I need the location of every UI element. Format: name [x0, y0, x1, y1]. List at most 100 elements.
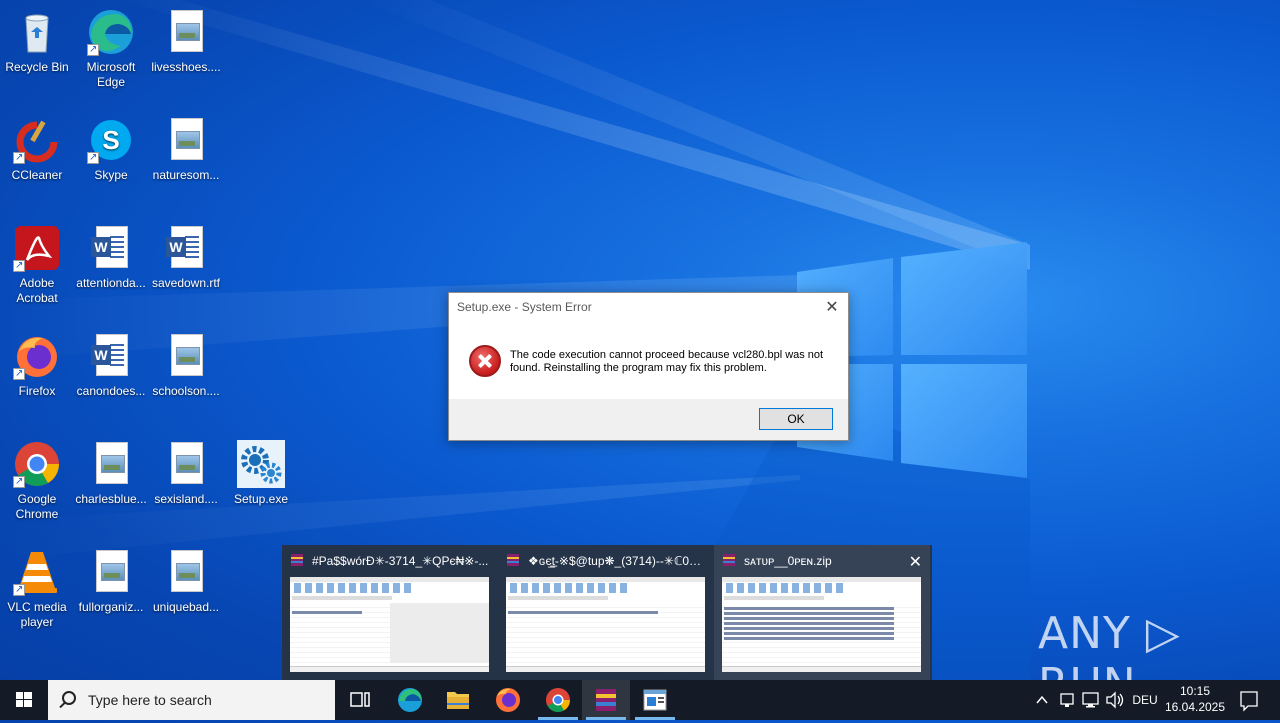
- savedown-file[interactable]: W savedown.rtf: [149, 224, 223, 291]
- naturesom-file[interactable]: naturesom...: [149, 116, 223, 183]
- sexisland-file[interactable]: sexisland....: [149, 440, 223, 507]
- windows-logo-icon: [16, 692, 32, 707]
- window-thumbnail: [506, 577, 705, 672]
- icon-label: CCleaner: [11, 168, 63, 182]
- app-window-icon: [643, 689, 667, 711]
- show-hidden-icons-button[interactable]: [1032, 680, 1052, 720]
- notification-icon: [1240, 691, 1258, 712]
- icon-label: Skype: [94, 168, 128, 182]
- image-file-icon: [87, 440, 135, 488]
- taskbar-file-explorer[interactable]: [434, 680, 482, 720]
- dialog-footer: OK: [449, 399, 848, 440]
- edge-icon: [398, 688, 422, 712]
- chrome-icon: [13, 440, 61, 489]
- image-file-icon: [162, 548, 210, 596]
- preview-window-2[interactable]: ❖ɢє̲t̲-※$@tup❋_(3714)--✳ℂ0Ɗ...: [498, 545, 714, 680]
- winrar-icon: [723, 554, 735, 566]
- schoolson-file[interactable]: schoolson....: [149, 332, 223, 399]
- icon-label: fullorganiz...: [78, 600, 144, 614]
- icon-label: sexisland....: [154, 492, 218, 506]
- network-icon: [1082, 692, 1099, 708]
- search-placeholder: Type here to search: [88, 692, 212, 708]
- preview-title: ❖ɢє̲t̲-※$@tup❋_(3714)--✳ℂ0Ɗ...: [528, 554, 706, 568]
- preview-window-1[interactable]: #Pa$$wórÐ✳-3714_✳QPє₦※-...: [282, 545, 498, 680]
- icon-label: attentionda...: [76, 276, 146, 290]
- start-button[interactable]: [0, 680, 48, 720]
- canondoes-file[interactable]: W canondoes...: [74, 332, 148, 399]
- firefox-icon: [496, 688, 520, 712]
- folder-icon: [447, 692, 469, 709]
- volume-button[interactable]: [1104, 680, 1126, 720]
- clock-date: 16.04.2025: [1164, 700, 1226, 714]
- taskbar-chrome[interactable]: [534, 680, 582, 720]
- icon-label: savedown.rtf: [151, 276, 221, 290]
- network-button[interactable]: [1080, 680, 1102, 720]
- image-file-icon: [162, 116, 210, 164]
- taskbar-clock[interactable]: 10:15 16.04.2025: [1160, 683, 1230, 715]
- preview-title: sᴀᴛᴜᴘ__0ᴘᴇɴ.zip: [744, 554, 832, 568]
- firefox-icon: [13, 332, 61, 381]
- image-file-icon: [87, 548, 135, 596]
- charlesblue-file[interactable]: charlesblue...: [74, 440, 148, 507]
- error-icon: [469, 345, 501, 377]
- ccleaner-shortcut[interactable]: CCleaner: [0, 116, 74, 183]
- icon-label: naturesom...: [152, 168, 220, 182]
- winrar-icon: [291, 554, 303, 566]
- anyrun-watermark: ANY ▷ RUN: [1038, 608, 1181, 710]
- skype-shortcut[interactable]: S Skype: [74, 116, 148, 183]
- ccleaner-icon: [13, 116, 61, 165]
- setup-exe-file[interactable]: Setup.exe: [224, 440, 298, 507]
- dialog-message: The code execution cannot proceed becaus…: [510, 349, 824, 374]
- search-icon: [62, 691, 76, 705]
- word-document-icon: W: [162, 224, 210, 272]
- dialog-title: Setup.exe - System Error: [457, 300, 592, 314]
- chrome-icon: [546, 688, 570, 713]
- firefox-shortcut[interactable]: Firefox: [0, 332, 74, 399]
- taskbar-search[interactable]: Type here to search: [48, 680, 335, 720]
- speaker-icon: [1106, 691, 1124, 709]
- livesshoes-file[interactable]: livesshoes....: [149, 8, 223, 75]
- taskbar-winrar[interactable]: [582, 680, 630, 720]
- ok-button[interactable]: OK: [759, 408, 833, 430]
- adobe-acrobat-icon: [13, 224, 61, 273]
- window-thumbnail: [722, 577, 921, 672]
- recycle-bin-icon: [13, 8, 61, 56]
- preview-window-3[interactable]: sᴀᴛᴜᴘ__0ᴘᴇɴ.zip: [714, 545, 930, 680]
- image-file-icon: [162, 440, 210, 488]
- edge-icon: [87, 8, 135, 57]
- adobe-acrobat-shortcut[interactable]: Adobe Acrobat: [0, 224, 74, 306]
- preview-close-button[interactable]: ✕: [909, 552, 922, 571]
- icon-label: Firefox: [18, 384, 56, 398]
- google-chrome-shortcut[interactable]: Google Chrome: [0, 440, 74, 522]
- task-view-button[interactable]: [336, 680, 384, 720]
- fullorganiz-file[interactable]: fullorganiz...: [74, 548, 148, 615]
- icon-label: Google Chrome: [15, 492, 59, 521]
- input-language-button[interactable]: DEU: [1130, 680, 1160, 720]
- taskbar-window-previews: #Pa$$wórÐ✳-3714_✳QPє₦※-... ❖ɢє̲t̲-※$@tup…: [282, 545, 932, 680]
- recycle-bin-shortcut[interactable]: Recycle Bin: [0, 8, 74, 75]
- attentionda-file[interactable]: W attentionda...: [74, 224, 148, 291]
- tray-device-icon-button[interactable]: [1056, 680, 1078, 720]
- gears-icon: [237, 440, 285, 488]
- icon-label: uniquebad...: [152, 600, 220, 614]
- clock-time: 10:15: [1179, 684, 1211, 698]
- taskbar-firefox[interactable]: [484, 680, 532, 720]
- taskbar-edge[interactable]: [386, 680, 434, 720]
- icon-label: Setup.exe: [233, 492, 289, 506]
- taskbar-app-window[interactable]: [631, 680, 679, 720]
- taskbar: Type here to search DEU 10:15 16.04.2025: [0, 680, 1280, 720]
- action-center-button[interactable]: [1234, 680, 1264, 720]
- image-file-icon: [162, 332, 210, 380]
- winrar-icon: [596, 689, 616, 711]
- word-document-icon: W: [87, 224, 135, 272]
- uniquebad-file[interactable]: uniquebad...: [149, 548, 223, 615]
- icon-label: Recycle Bin: [5, 60, 69, 74]
- microsoft-edge-shortcut[interactable]: Microsoft Edge: [74, 8, 148, 90]
- icon-label: livesshoes....: [151, 60, 221, 74]
- vlc-shortcut[interactable]: VLC media player: [0, 548, 74, 630]
- icon-label: VLC media player: [7, 600, 67, 629]
- task-view-icon: [350, 692, 370, 707]
- svg-text:S: S: [102, 125, 119, 155]
- dialog-close-button[interactable]: ✕: [822, 297, 842, 317]
- system-error-dialog: Setup.exe - System Error ✕ The code exec…: [448, 292, 849, 441]
